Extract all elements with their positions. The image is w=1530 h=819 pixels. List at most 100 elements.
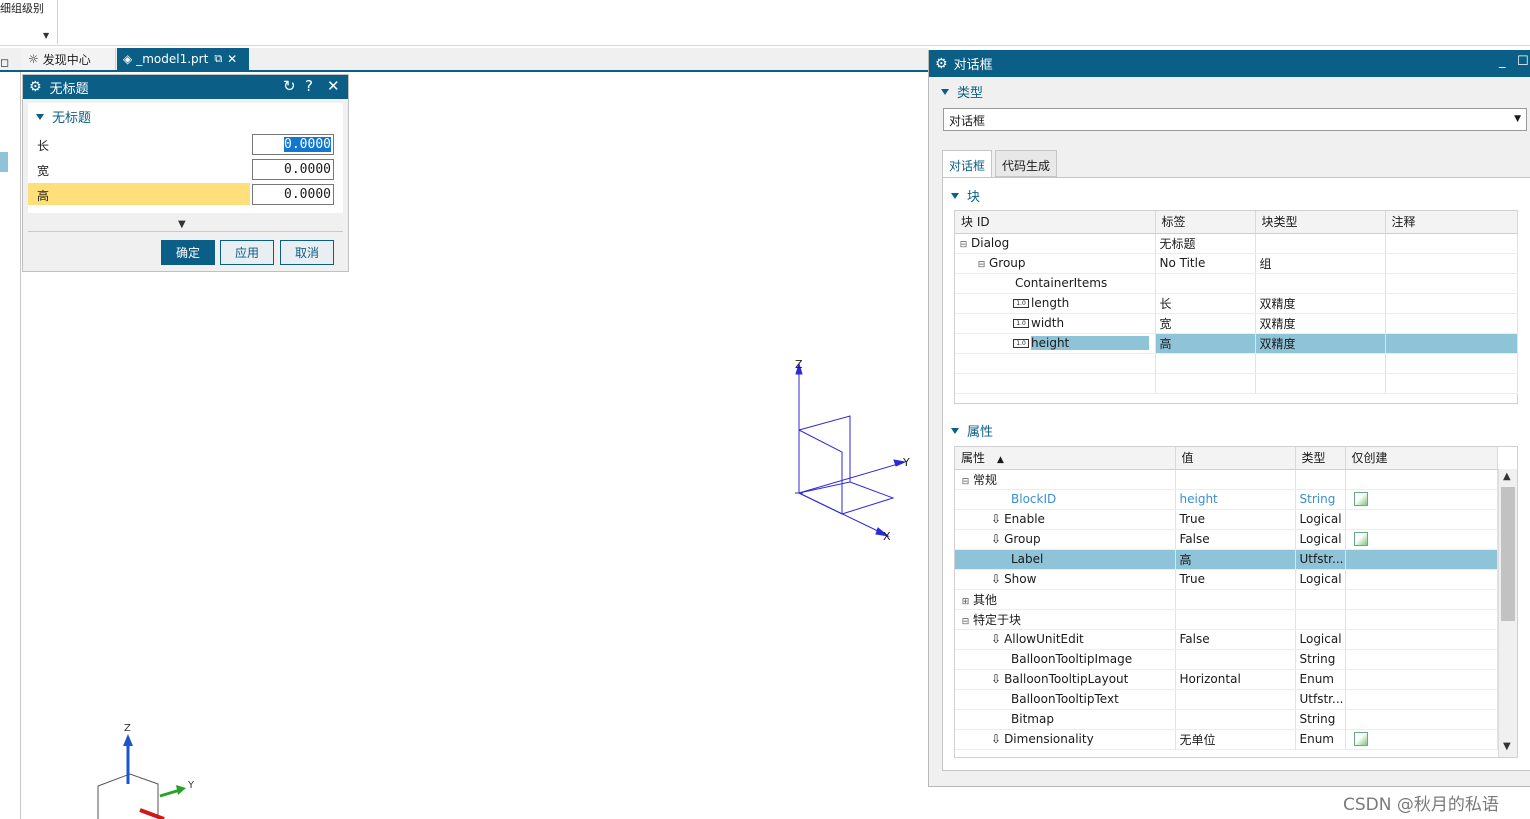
table-row[interactable]: 1.0 width 宽 双精度 xyxy=(955,313,1518,334)
collapse-node-icon[interactable]: ⊟ xyxy=(959,241,968,250)
table-header-row: 属性 ▲ 值 类型 仅创建 xyxy=(955,447,1498,470)
table-row[interactable]: ⇩ Enable True Logical xyxy=(955,509,1498,530)
column-header[interactable]: 标签 xyxy=(1155,211,1256,234)
collapse-node-icon[interactable]: ⊟ xyxy=(961,477,970,487)
more-options-icon[interactable]: ▼ xyxy=(178,219,186,230)
tab-code-generation[interactable]: 代码生成 xyxy=(995,150,1057,177)
collapse-node-icon[interactable]: ⊟ xyxy=(977,261,986,270)
table-row-selected[interactable]: 1.0 height 高 双精度 xyxy=(955,333,1518,354)
table-row[interactable]: ⇩ Group False Logical xyxy=(955,529,1498,550)
props-table: 属性 ▲ 值 类型 仅创建 ⊟ 常规 BlockID height String ⇩… xyxy=(955,447,1498,750)
prop-value[interactable]: True xyxy=(1175,509,1296,530)
tab-discover-center[interactable]: ☼ 发现中心 xyxy=(22,48,116,70)
table-row[interactable]: ⇩ Dimensionality 无单位 Enum xyxy=(955,729,1498,750)
scroll-thumb[interactable] xyxy=(1501,487,1515,621)
props-section-header[interactable]: 属性 xyxy=(951,421,993,440)
type-dropdown[interactable]: 对话框 ▼ xyxy=(943,108,1527,131)
check-icon[interactable] xyxy=(1353,492,1368,507)
table-row[interactable]: BalloonTooltipText Utfstr... xyxy=(955,689,1498,710)
collapse-icon[interactable] xyxy=(951,427,959,434)
table-row-category[interactable]: ⊞ 其他 xyxy=(955,589,1498,610)
prop-value[interactable] xyxy=(1175,689,1296,710)
check-icon[interactable] xyxy=(1353,732,1368,747)
column-header[interactable]: 值 xyxy=(1175,447,1296,470)
block-id: height xyxy=(1031,336,1150,350)
table-row[interactable]: ⇩ BalloonTooltipLayout Horizontal Enum xyxy=(955,669,1498,690)
collapse-icon[interactable] xyxy=(36,113,44,120)
width-input[interactable]: 0.0000 xyxy=(252,159,334,180)
length-input[interactable]: 0.0000 xyxy=(252,134,334,155)
table-row[interactable]: Bitmap String xyxy=(955,709,1498,730)
resource-bar-icon[interactable]: ◻ xyxy=(0,56,9,69)
props-scrollbar[interactable]: ▲ ▼ xyxy=(1498,469,1517,757)
prop-value[interactable]: Horizontal xyxy=(1175,669,1296,690)
column-header[interactable]: 块类型 xyxy=(1255,211,1386,234)
block-note xyxy=(1385,273,1518,294)
panel-titlebar[interactable]: ⚙ 对话框 _ ☐ xyxy=(929,50,1530,77)
table-row[interactable]: BalloonTooltipImage String xyxy=(955,649,1498,670)
cancel-button[interactable]: 取消 xyxy=(280,240,334,265)
column-header[interactable]: 仅创建 xyxy=(1345,447,1498,470)
expand-node-icon[interactable]: ⊞ xyxy=(961,597,970,607)
collapse-icon[interactable] xyxy=(951,192,959,199)
apply-button[interactable]: 应用 xyxy=(220,240,274,265)
tab-model-prt[interactable]: ◈ _model1.prt ⧉ ✕ xyxy=(117,48,249,70)
field-label: 长 xyxy=(37,139,50,153)
minimize-icon[interactable]: _ xyxy=(1499,54,1506,69)
table-row[interactable]: ⊟ Group No Title 组 xyxy=(955,253,1518,274)
column-header[interactable]: 块 ID xyxy=(955,211,1156,234)
type-section-header[interactable]: 类型 xyxy=(941,82,983,101)
blocks-section-header[interactable]: 块 xyxy=(951,186,980,205)
prop-value[interactable]: True xyxy=(1175,569,1296,590)
height-input[interactable]: 0.0000 xyxy=(252,184,334,205)
axis-x-label: X xyxy=(883,530,891,543)
maximize-icon[interactable]: ☐ xyxy=(1517,54,1529,69)
prop-value[interactable]: 高 xyxy=(1175,549,1296,570)
prop-value[interactable]: False xyxy=(1175,629,1296,650)
prop-value[interactable]: height xyxy=(1175,489,1296,510)
reset-icon[interactable]: ↻ xyxy=(283,77,296,95)
gear-icon[interactable]: ⚙ xyxy=(29,79,42,95)
group-header[interactable]: 无标题 xyxy=(36,107,91,126)
table-row-category[interactable]: ⊟ 特定于块 xyxy=(955,609,1498,630)
prop-type: String xyxy=(1295,709,1346,730)
scroll-up-icon[interactable]: ▲ xyxy=(1503,471,1511,482)
ribbon-expand-icon[interactable]: ▼ xyxy=(43,31,49,40)
block-note xyxy=(1385,233,1518,254)
prop-value[interactable]: 无单位 xyxy=(1175,729,1296,750)
scroll-down-icon[interactable]: ▼ xyxy=(1503,741,1511,752)
prop-type: String xyxy=(1295,649,1346,670)
gear-icon[interactable]: ⚙ xyxy=(935,56,948,72)
collapse-icon[interactable] xyxy=(941,88,949,95)
column-header[interactable]: 类型 xyxy=(1295,447,1346,470)
column-header[interactable]: 属性 ▲ xyxy=(955,447,1176,470)
prop-type: Enum xyxy=(1295,669,1346,690)
table-row[interactable]: BlockID height String xyxy=(955,489,1498,510)
prop-value[interactable]: False xyxy=(1175,529,1296,550)
double-block-icon: 1.0 xyxy=(1013,299,1029,308)
ok-button[interactable]: 确定 xyxy=(161,240,215,265)
tree-cell: ⊟ Group xyxy=(955,253,1156,274)
close-icon[interactable]: ✕ xyxy=(327,77,340,95)
resource-bar-selection[interactable] xyxy=(0,152,8,172)
check-icon[interactable] xyxy=(1353,532,1368,547)
table-row[interactable]: ⇩ AllowUnitEdit False Logical xyxy=(955,629,1498,650)
table-row[interactable]: ⇩ Show True Logical xyxy=(955,569,1498,590)
tab-dialog[interactable]: 对话框 xyxy=(942,150,992,178)
close-tab-icon[interactable]: ✕ xyxy=(227,52,237,66)
help-icon[interactable]: ? xyxy=(305,77,313,95)
table-row[interactable]: ⊟ Dialog 无标题 xyxy=(955,233,1518,254)
table-row-category[interactable]: ⊟ 常规 xyxy=(955,469,1498,490)
dialog-titlebar[interactable]: ⚙ 无标题 ↻ ? ✕ xyxy=(23,75,348,99)
table-row-selected[interactable]: Label 高 Utfstr... xyxy=(955,549,1498,570)
table-row[interactable]: 1.0 length 长 双精度 xyxy=(955,293,1518,314)
datum-csys[interactable]: Z Y X xyxy=(770,350,930,550)
table-row[interactable]: ContainerItems xyxy=(955,273,1518,294)
collapse-node-icon[interactable]: ⊟ xyxy=(961,617,970,627)
prop-value[interactable] xyxy=(1175,709,1296,730)
prop-value[interactable] xyxy=(1175,649,1296,670)
popout-icon[interactable]: ⧉ xyxy=(214,52,222,66)
prop-name: Label xyxy=(955,549,1176,570)
column-header[interactable]: 注释 xyxy=(1385,211,1518,234)
double-block-icon: 1.0 xyxy=(1013,339,1029,348)
